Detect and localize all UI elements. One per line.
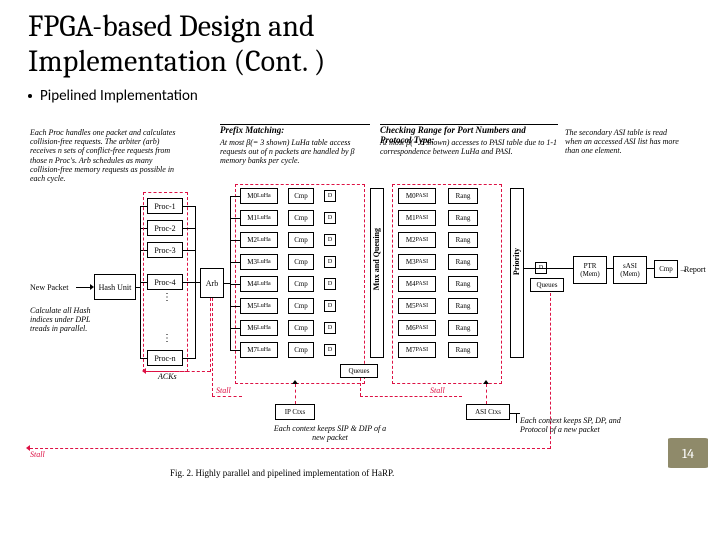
- ip-caption: Each context keeps SIP & DIP of a new pa…: [270, 424, 390, 442]
- proc-group: [143, 192, 188, 372]
- stall-3: Stall: [30, 450, 45, 459]
- ip-ctxs: IP Ctxs: [275, 404, 315, 420]
- diagram: Each Proc handles one packet and calcula…: [30, 128, 690, 498]
- bullet-row: Pipelined Implementation: [0, 79, 720, 105]
- page-number: 14: [682, 445, 694, 462]
- hdr-prefix: Prefix Matching:: [220, 125, 284, 135]
- pasi-m0: M0PASI: [398, 188, 436, 204]
- stall-1: Stall: [216, 386, 231, 395]
- acks-label: ACKs: [158, 372, 177, 381]
- bullet-dot: [28, 94, 32, 98]
- d-box: D: [324, 190, 336, 202]
- arb-box: Arb: [200, 268, 224, 298]
- asi-caption: Each context keeps SP, DP, and Protocol …: [520, 416, 650, 434]
- luha-m0: M0LuHa: [240, 188, 278, 204]
- luha-m3: M3LuHa: [240, 254, 278, 270]
- slide-title-line1: FPGA-based Design and: [28, 9, 315, 44]
- hash-unit-box: Hash Unit: [94, 274, 136, 300]
- stall-2: Stall: [430, 386, 445, 395]
- figure-caption: Fig. 2. Highly parallel and pipelined im…: [170, 468, 394, 478]
- prefix-note: At most β(= 3 shown) LuHa table access r…: [220, 138, 370, 166]
- report-label: Report: [684, 265, 706, 274]
- ptr-mem: PTR (Mem): [573, 256, 607, 284]
- luha-m2: M2LuHa: [240, 232, 278, 248]
- proc-note: Each Proc handles one packet and calcula…: [30, 128, 178, 183]
- hash-note: Calculate all Hash indices under DPL tre…: [30, 306, 92, 334]
- mux-queue-label: Mux and Queuing: [372, 228, 381, 290]
- luha-m6: M6LuHa: [240, 320, 278, 336]
- slide-title-line2: Implementation (Cont. ): [28, 44, 325, 79]
- page-number-badge: 14: [668, 438, 708, 468]
- new-packet-label: New Packet: [30, 283, 68, 292]
- priority-label: Priority: [512, 248, 521, 275]
- luha-m1: M1LuHa: [240, 210, 278, 226]
- queues2: Queues: [530, 278, 564, 292]
- luha-m5: M5LuHa: [240, 298, 278, 314]
- asi-note: The secondary ASI table is read when an …: [565, 128, 685, 156]
- luha-m7: M7LuHa: [240, 342, 278, 358]
- cmp: Cmp: [288, 188, 314, 204]
- sasi-mem: sASI (Mem): [613, 256, 647, 284]
- rang: Rang: [448, 188, 478, 204]
- asi-ctxs: ASI Ctxs: [466, 404, 510, 420]
- checking-note: At most β(= 8 shown) accesses to PASI ta…: [380, 138, 558, 156]
- queues-box: Queues: [340, 364, 378, 378]
- cmp-final: Cmp: [654, 260, 678, 278]
- luha-m4: M4LuHa: [240, 276, 278, 292]
- bullet-text: Pipelined Implementation: [40, 87, 198, 105]
